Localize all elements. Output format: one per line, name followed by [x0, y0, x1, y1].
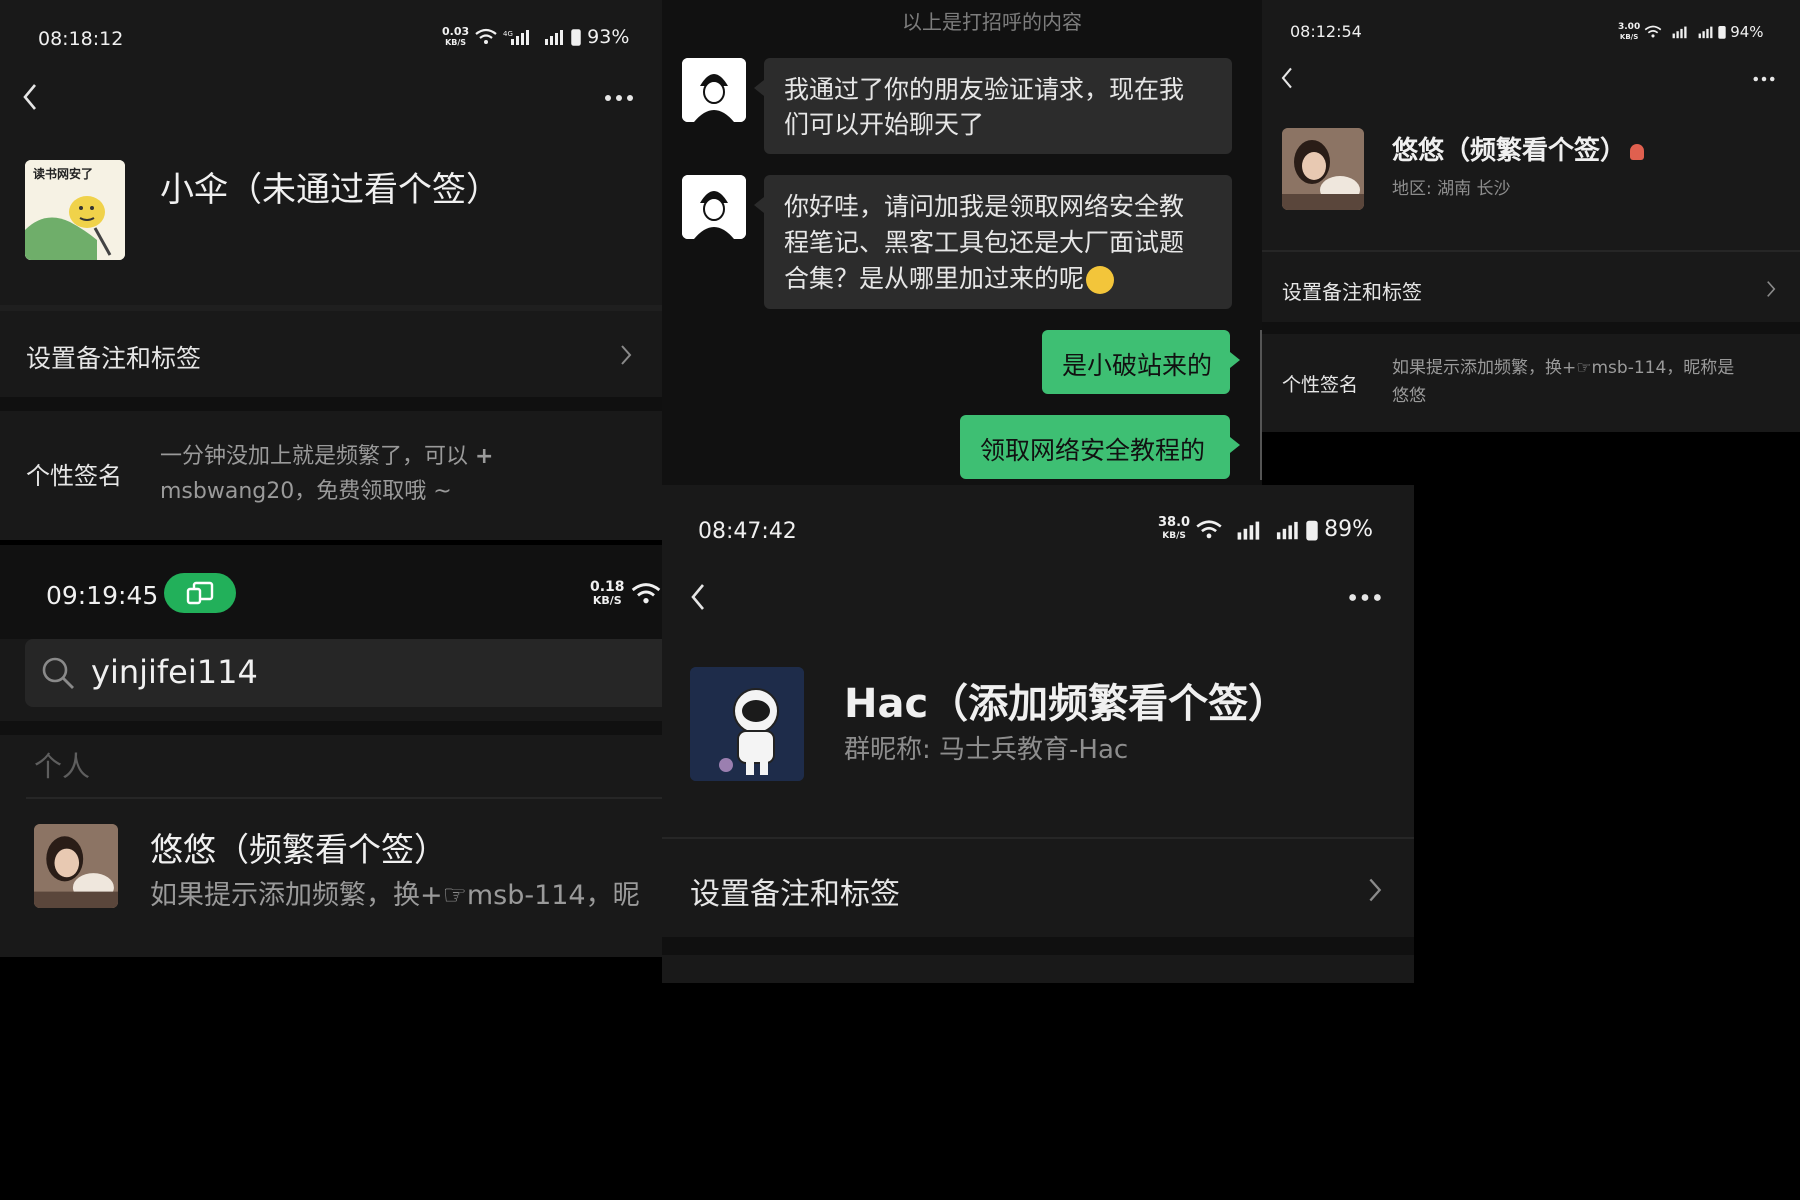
divider — [0, 397, 662, 411]
wifi-icon — [631, 583, 660, 604]
signature-row: 个性签名 一分钟没加上就是频繁了，可以 + msbwang20，免费领取哦 ~ — [0, 411, 662, 531]
chevron-right-icon — [621, 345, 632, 365]
avatar[interactable] — [690, 667, 804, 781]
signal-icon — [1237, 521, 1260, 540]
message-bubble-outgoing: 领取网络安全教程的 — [960, 415, 1240, 479]
signal-icon-2 — [1698, 26, 1713, 39]
status-time: 08:47:42 — [698, 519, 797, 544]
profile-name: 小伞（未通过看个签） — [160, 170, 500, 210]
wifi-icon — [1644, 25, 1662, 38]
search-input[interactable]: yinjifei114 — [91, 653, 258, 691]
battery-percent: 89% — [1324, 517, 1373, 542]
divider — [662, 937, 1414, 955]
contact-avatar[interactable] — [682, 58, 746, 122]
battery-percent: 93% — [587, 26, 630, 48]
contact-avatar[interactable] — [682, 175, 746, 239]
avatar — [34, 824, 118, 908]
message-bubble-incoming: 你好哇，请问加我是领取网络安全教 程笔记、黑客工具包还是大厂面试题 合集？是从哪… — [754, 175, 1232, 309]
chat-header-hint: 以上是打招呼的内容 — [902, 10, 1082, 34]
status-time: 08:12:54 — [1290, 22, 1362, 41]
profile-region: 地区: 湖南 长沙 — [1392, 179, 1511, 199]
group-nickname: 群昵称: 马士兵教育-Hac — [844, 735, 1129, 765]
signature-row: 个性签名 如果提示添加频繁，换+☞msb-114，昵称是 悠悠 — [1262, 334, 1800, 432]
search-icon — [42, 657, 74, 689]
result-name: 悠悠（频繁看个签） — [150, 830, 447, 869]
screen-cast-badge[interactable] — [164, 573, 236, 613]
search-result-item[interactable]: 悠悠（频繁看个签） 如果提示添加频繁，换+☞msb-114，昵 — [0, 799, 662, 939]
wifi-icon — [1196, 519, 1222, 538]
emoji-icon — [1086, 266, 1115, 294]
signature-label: 个性签名 — [26, 462, 122, 490]
avatar-caption: 读书网安了 — [33, 166, 93, 181]
wifi-icon — [475, 28, 497, 44]
svg-text:4G: 4G — [503, 30, 513, 38]
signal-icon: 4G — [503, 30, 530, 45]
set-remark-label: 设置备注和标签 — [26, 344, 202, 373]
back-arrow-icon[interactable] — [22, 82, 38, 112]
search-box[interactable]: yinjifei114 — [25, 639, 662, 707]
network-speed: 0.03 KB/S — [442, 24, 470, 47]
gender-female-icon — [1630, 143, 1645, 160]
profile-panel-youyou: 08:12:54 3.00 KB/S 94% 悠悠（频繁看个签） 地区: 湖南 长… — [1262, 0, 1800, 432]
network-speed: 0.18 KB/S — [590, 579, 625, 607]
battery-icon — [571, 29, 581, 46]
avatar[interactable] — [1282, 128, 1364, 210]
signal-icon — [1672, 26, 1687, 39]
profile-name: Hac（添加频繁看个签） — [844, 681, 1289, 727]
chat-panel: 以上是打招呼的内容 我通过了你的朋友验证请求，现在我 们可以开始聊天了 你好哇，… — [662, 0, 1262, 485]
chevron-right-icon — [1369, 878, 1382, 902]
set-remark-row[interactable]: 设置备注和标签 — [1262, 252, 1800, 322]
screen-cast-icon — [186, 581, 214, 605]
profile-panel-xiaosan: 08:18:12 0.03 KB/S 4G 93% 读书网安了 小伞（未通过看个签… — [0, 0, 662, 540]
status-bar-icons: 3.00 KB/S 94% — [1618, 22, 1764, 42]
status-time: 08:18:12 — [38, 28, 124, 50]
message-bubble-incoming: 我通过了你的朋友验证请求，现在我 们可以开始聊天了 — [754, 58, 1232, 154]
profile-name: 悠悠（频繁看个签） — [1392, 130, 1645, 167]
more-options-icon[interactable] — [604, 94, 634, 102]
set-remark-row[interactable]: 设置备注和标签 — [0, 311, 662, 397]
signal-icon-2 — [545, 30, 564, 45]
section-label-personal: 个人 — [34, 750, 91, 783]
network-speed: 38.0 KB/S — [1158, 515, 1191, 541]
more-options-icon[interactable] — [1752, 76, 1776, 82]
avatar[interactable]: 读书网安了 — [25, 160, 125, 260]
more-options-icon[interactable] — [1348, 593, 1382, 602]
status-bar-icons: 0.03 KB/S 4G 93% — [442, 24, 630, 49]
signature-label: 个性签名 — [1282, 374, 1359, 396]
divider — [1262, 322, 1800, 334]
status-bar-icons: 0.18 KB/S — [590, 579, 661, 607]
signature-text: 如果提示添加频繁，换+☞msb-114，昵称是 悠悠 — [1392, 358, 1735, 406]
back-arrow-icon[interactable] — [1280, 66, 1294, 90]
divider — [0, 721, 662, 735]
back-arrow-icon[interactable] — [690, 581, 706, 613]
network-speed: 3.00 KB/S — [1618, 22, 1641, 41]
signal-icon-2 — [1277, 521, 1298, 539]
set-remark-label: 设置备注和标签 — [1282, 280, 1422, 304]
set-remark-label: 设置备注和标签 — [690, 877, 900, 912]
chevron-right-icon — [1767, 281, 1776, 297]
message-bubble-outgoing: 是小破站来的 — [1042, 330, 1240, 394]
result-subtitle: 如果提示添加频繁，换+☞msb-114，昵 — [150, 880, 640, 911]
battery-icon — [1718, 25, 1726, 39]
search-panel: 09:19:45 0.18 KB/S yinjifei114 个人 悠悠（频繁看个… — [0, 545, 662, 957]
plus-icon: + — [475, 444, 494, 469]
signature-text: 一分钟没加上就是频繁了，可以 + msbwang20，免费领取哦 ~ — [160, 444, 494, 504]
profile-panel-hac: 08:47:42 38.0 KB/S 89% Hac（添加频繁看个签） 群昵称: … — [662, 485, 1414, 983]
status-time: 09:19:45 — [46, 581, 159, 610]
status-bar-icons: 38.0 KB/S 89% — [1158, 515, 1373, 542]
battery-icon — [1306, 520, 1318, 540]
battery-percent: 94% — [1730, 23, 1764, 41]
set-remark-row[interactable]: 设置备注和标签 — [662, 839, 1414, 937]
